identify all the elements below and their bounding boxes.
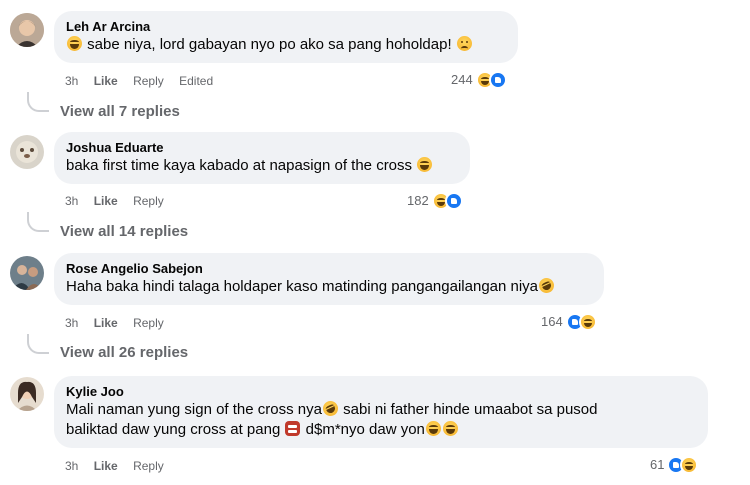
reaction-count: 182 <box>407 193 429 208</box>
haha-reaction-icon <box>578 313 597 331</box>
comment-timestamp[interactable]: 3h <box>65 458 78 474</box>
comment-bubble: Leh Ar Arcina sabe niya, lord gabayan ny… <box>54 11 518 63</box>
reaction-count: 61 <box>650 457 665 472</box>
reply-button[interactable]: Reply <box>133 193 164 209</box>
comment-actions: 3h Like Reply <box>65 458 176 474</box>
comment-author[interactable]: Kylie Joo <box>66 383 696 400</box>
view-replies-link[interactable]: View all 26 replies <box>60 343 188 363</box>
comment-text: baka first time kaya kabado at napasign … <box>66 156 458 176</box>
thread-connector-line <box>27 92 49 112</box>
comment-text: Mali naman yung sign of the cross nya sa… <box>66 398 696 440</box>
reaction-count: 164 <box>541 314 563 329</box>
comment-author[interactable]: Rose Angelio Sabejon <box>66 260 592 277</box>
view-replies-link[interactable]: View all 7 replies <box>60 102 180 122</box>
like-button[interactable]: Like <box>94 73 118 89</box>
edited-label: Edited <box>179 74 214 88</box>
reaction-summary[interactable]: 61 <box>650 456 699 474</box>
view-replies-link[interactable]: View all 14 replies <box>60 222 188 242</box>
avatar[interactable] <box>10 256 44 290</box>
ogre-emoji-icon <box>285 421 301 436</box>
reply-button[interactable]: Reply <box>133 315 164 331</box>
comment-3: Rose Angelio Sabejon Haha baka hindi tal… <box>0 245 750 367</box>
thread-connector-line <box>27 334 49 354</box>
reply-button[interactable]: Reply <box>133 73 164 89</box>
comment-bubble: Kylie Joo Mali naman yung sign of the cr… <box>54 376 708 448</box>
comment-actions: 3h Like Reply <box>65 193 176 209</box>
comment-bubble: Rose Angelio Sabejon Haha baka hindi tal… <box>54 253 604 305</box>
reaction-summary[interactable]: 164 <box>541 313 597 331</box>
downcast-face-emoji-icon <box>456 36 472 51</box>
haha-reaction-icon <box>680 456 699 474</box>
comment-actions: 3h Like Reply <box>65 315 176 331</box>
reply-button[interactable]: Reply <box>133 458 164 474</box>
thread-connector-line <box>27 212 49 232</box>
grinning-squinting-emoji-icon <box>425 421 441 436</box>
avatar[interactable] <box>10 377 44 411</box>
comment-1: Leh Ar Arcina sabe niya, lord gabayan ny… <box>0 0 750 125</box>
like-button[interactable]: Like <box>94 315 118 331</box>
grinning-squinting-emoji-icon <box>417 157 433 172</box>
like-reaction-icon <box>488 71 507 89</box>
comment-actions: 3h Like Reply Edited <box>65 73 225 89</box>
comment-text-line-1: Mali naman yung sign of the cross nya sa… <box>66 398 696 420</box>
reaction-summary[interactable]: 182 <box>407 192 463 210</box>
comment-timestamp[interactable]: 3h <box>65 73 78 89</box>
rolling-on-floor-laughing-emoji-icon <box>320 398 341 419</box>
grinning-squinting-emoji-icon <box>442 421 458 436</box>
reaction-count: 244 <box>451 72 473 87</box>
comment-author[interactable]: Leh Ar Arcina <box>66 18 506 35</box>
comment-timestamp[interactable]: 3h <box>65 315 78 331</box>
grinning-squinting-emoji-icon <box>67 36 82 51</box>
comment-text: sabe niya, lord gabayan nyo po ako sa pa… <box>66 35 506 55</box>
avatar[interactable] <box>10 13 44 47</box>
rolling-on-floor-laughing-emoji-icon <box>536 275 557 296</box>
like-reaction-icon <box>444 192 463 210</box>
comment-text-line-2: baliktad daw yung cross at pang d$m*nyo … <box>66 420 696 440</box>
like-button[interactable]: Like <box>94 193 118 209</box>
comment-author[interactable]: Joshua Eduarte <box>66 139 458 156</box>
comment-4: Kylie Joo Mali naman yung sign of the cr… <box>0 367 750 485</box>
like-button[interactable]: Like <box>94 458 118 474</box>
comment-bubble: Joshua Eduarte baka first time kaya kaba… <box>54 132 470 184</box>
comment-text: Haha baka hindi talaga holdaper kaso mat… <box>66 275 592 297</box>
comment-2: Joshua Eduarte baka first time kaya kaba… <box>0 125 750 245</box>
comment-timestamp[interactable]: 3h <box>65 193 78 209</box>
reaction-summary[interactable]: 244 <box>451 71 507 89</box>
avatar[interactable] <box>10 135 44 169</box>
